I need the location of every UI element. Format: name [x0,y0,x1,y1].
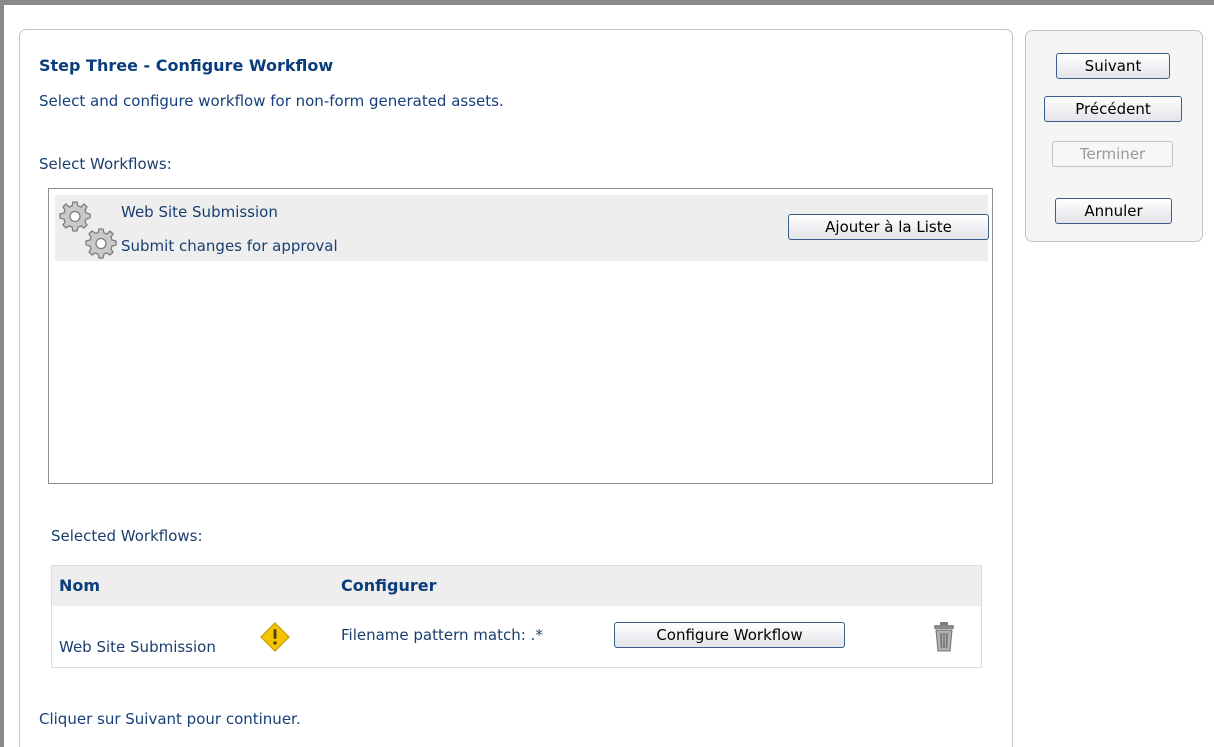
trash-icon[interactable] [931,620,957,658]
footer-hint: Cliquer sur Suivant pour continuer. [39,710,301,728]
column-header-name: Nom [59,576,101,595]
add-to-list-button[interactable]: Ajouter à la Liste [788,214,989,240]
selected-workflows-label: Selected Workflows: [51,527,203,545]
step-title: Step Three - Configure Workflow [39,56,334,75]
selected-workflows-table: Nom Configurer Web Site Submission Filen… [51,565,982,668]
table-header: Nom Configurer [52,566,981,606]
configuration-summary: Filename pattern match: .* [341,626,543,644]
workflow-name: Web Site Submission [121,203,278,221]
step-subtitle: Select and configure workflow for non-fo… [39,92,504,110]
workflow-list[interactable]: Web Site Submission Submit changes for a… [48,188,993,484]
column-header-configure: Configurer [341,576,437,595]
finish-button[interactable]: Terminer [1052,141,1173,167]
warning-icon[interactable] [260,622,290,656]
selected-workflow-name: Web Site Submission [59,638,216,656]
next-button[interactable]: Suivant [1056,53,1170,79]
configure-workflow-button[interactable]: Configure Workflow [614,622,845,648]
workflow-description: Submit changes for approval [121,237,338,255]
select-workflows-label: Select Workflows: [39,155,172,173]
workflow-list-item[interactable]: Web Site Submission Submit changes for a… [55,195,989,261]
cancel-button[interactable]: Annuler [1055,198,1172,224]
previous-button[interactable]: Précédent [1044,96,1182,122]
gears-icon [56,199,122,265]
